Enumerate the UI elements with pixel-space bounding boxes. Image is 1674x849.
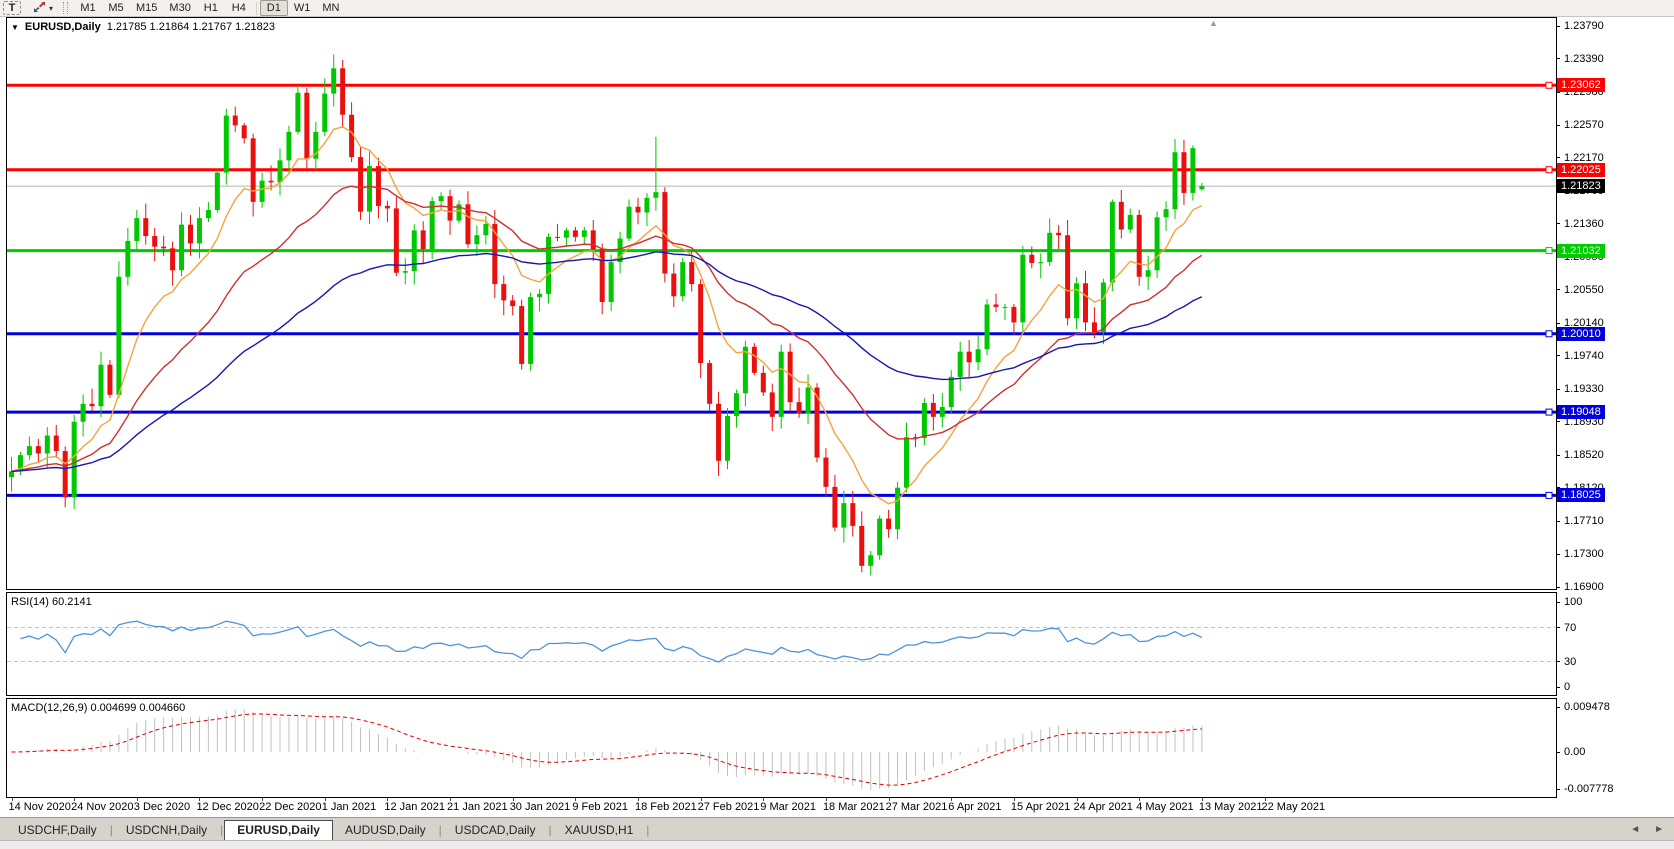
timeframe-button-h4[interactable]: H4	[225, 0, 253, 16]
chart-shift-marker[interactable]: ▲	[1209, 18, 1218, 28]
tab-audusd-daily[interactable]: AUDUSD,Daily	[333, 821, 438, 840]
axis-tick: -0.007778	[1556, 782, 1614, 796]
main-chart-svg[interactable]	[7, 18, 1556, 589]
axis-tick: 1.17300	[1556, 547, 1604, 561]
arrows-dropdown-caret-icon[interactable]: ▾	[49, 4, 53, 13]
axis-tick: 1.22170	[1556, 151, 1604, 165]
axis-tick: 0.00	[1556, 745, 1585, 759]
date-label: 27 Feb 2021	[698, 801, 760, 813]
current-price-label: 1.21823	[1557, 179, 1605, 193]
rsi-svg[interactable]	[7, 593, 1556, 695]
date-label: 1 Jan 2021	[322, 801, 376, 813]
tab-separator: |	[645, 823, 650, 840]
tab-eurusd-daily[interactable]: EURUSD,Daily	[224, 820, 333, 840]
axis-tick: 1.21360	[1556, 217, 1604, 231]
date-label: 3 Dec 2020	[134, 801, 190, 813]
line-price-label: 1.18025	[1557, 488, 1605, 502]
line-price-label: 1.21032	[1557, 244, 1605, 258]
date-label: 12 Jan 2021	[384, 801, 445, 813]
axis-tick: 0.009478	[1556, 700, 1610, 714]
date-label: 9 Mar 2021	[760, 801, 816, 813]
axis-tick: 1.16900	[1556, 580, 1604, 594]
axis-tick: 1.23390	[1556, 52, 1604, 66]
axis-tick: 1.21760	[1556, 184, 1604, 198]
timeframe-button-m1[interactable]: M1	[74, 0, 102, 16]
timeframe-button-h1[interactable]: H1	[197, 0, 225, 16]
timeframe-button-d1[interactable]: D1	[260, 0, 288, 16]
axis-tick: 1.20140	[1556, 316, 1604, 330]
date-label: 22 May 2021	[1262, 801, 1326, 813]
date-label: 22 Dec 2020	[259, 801, 321, 813]
chart-symbol-label: EURUSD,Daily	[25, 21, 101, 33]
date-label: 30 Jan 2021	[510, 801, 571, 813]
arrows-tool-button[interactable]: ▾	[27, 0, 59, 16]
line-price-label: 1.22025	[1557, 163, 1605, 177]
date-label: 18 Feb 2021	[635, 801, 697, 813]
text-tool-button[interactable]: T	[3, 1, 21, 15]
date-label: 21 Jan 2021	[447, 801, 508, 813]
date-label: 24 Nov 2020	[71, 801, 133, 813]
timeframe-button-m5[interactable]: M5	[102, 0, 130, 16]
tab-usdcnh-daily[interactable]: USDCNH,Daily	[114, 821, 219, 840]
date-axis[interactable]: 14 Nov 202024 Nov 20203 Dec 2020 12 Dec 2…	[7, 799, 1556, 816]
axis-tick: 1.19330	[1556, 382, 1604, 396]
main-chart-panel[interactable]: ▼ EURUSD,Daily 1.21785 1.21864 1.21767 1…	[6, 17, 1557, 590]
tab-scroll-left-icon[interactable]: ◄	[1630, 824, 1640, 835]
axis-tick: 1.22980	[1556, 85, 1604, 99]
axis-tick: 70	[1556, 621, 1576, 635]
date-label: 24 Apr 2021	[1074, 801, 1133, 813]
axis-tick: 1.18120	[1556, 481, 1604, 495]
line-price-label: 1.19048	[1557, 405, 1605, 419]
symbol-dropdown-caret-icon[interactable]: ▼	[11, 23, 19, 32]
axis-tick: 1.19740	[1556, 349, 1604, 363]
axis-tick: 1.20950	[1556, 250, 1604, 264]
axis-tick: 1.20550	[1556, 283, 1604, 297]
date-label: 4 May 2021	[1136, 801, 1193, 813]
timeframe-button-m30[interactable]: M30	[163, 0, 196, 16]
toolbar-separator	[256, 2, 257, 15]
axis-tick: 30	[1556, 655, 1576, 669]
date-label: 6 Apr 2021	[948, 801, 1001, 813]
chart-title: ▼ EURUSD,Daily 1.21785 1.21864 1.21767 1…	[11, 21, 275, 33]
tab-xauusd-h1[interactable]: XAUUSD,H1	[553, 821, 646, 840]
toolbar-grip[interactable]	[63, 2, 68, 14]
status-bar	[0, 840, 1674, 849]
rsi-label: RSI(14) 60.2141	[11, 596, 92, 608]
axis-tick: 1.22570	[1556, 118, 1604, 132]
macd-label: MACD(12,26,9) 0.004699 0.004660	[11, 702, 185, 714]
line-price-label: 1.23062	[1557, 78, 1605, 92]
chart-ohlc-values: 1.21785 1.21864 1.21767 1.21823	[107, 21, 275, 33]
date-label: 13 May 2021	[1199, 801, 1263, 813]
axis-tick: 1.18520	[1556, 448, 1604, 462]
timeframe-button-m15[interactable]: M15	[130, 0, 163, 16]
candles-layer	[9, 54, 1204, 575]
date-label: 15 Apr 2021	[1011, 801, 1070, 813]
timeframe-button-mn[interactable]: MN	[316, 0, 345, 16]
tab-usdchf-daily[interactable]: USDCHF,Daily	[6, 821, 109, 840]
axis-tick: 0	[1556, 680, 1570, 694]
macd-svg[interactable]	[7, 699, 1556, 797]
tab-scroll-right-icon[interactable]: ►	[1654, 824, 1664, 835]
axis-tick: 1.17710	[1556, 514, 1604, 528]
date-label: 14 Nov 2020	[9, 801, 71, 813]
tab-bar: USDCHF,Daily | USDCNH,Daily | EURUSD,Dai…	[0, 817, 1674, 840]
timeframe-button-w1[interactable]: W1	[288, 0, 317, 16]
date-label: 18 Mar 2021	[823, 801, 885, 813]
date-label: 12 Dec 2020	[196, 801, 258, 813]
line-price-label: 1.20010	[1557, 327, 1605, 341]
axis-tick: 100	[1556, 595, 1582, 609]
axis-tick: 1.18930	[1556, 415, 1604, 429]
macd-panel[interactable]: MACD(12,26,9) 0.004699 0.004660	[6, 698, 1557, 798]
rsi-panel[interactable]: RSI(14) 60.2141	[6, 592, 1557, 696]
app-window: T ▾ M1 M5 M15 M30 H1 H4 D1 W1 MN ▼ EURUS…	[0, 0, 1674, 849]
date-label: 27 Mar 2021	[886, 801, 948, 813]
toolbar: T ▾ M1 M5 M15 M30 H1 H4 D1 W1 MN	[0, 0, 1674, 17]
arrows-tool-icon	[33, 1, 46, 16]
tab-usdcad-daily[interactable]: USDCAD,Daily	[443, 821, 548, 840]
date-label: 9 Feb 2021	[572, 801, 628, 813]
axis-tick: 1.23790	[1556, 19, 1604, 33]
